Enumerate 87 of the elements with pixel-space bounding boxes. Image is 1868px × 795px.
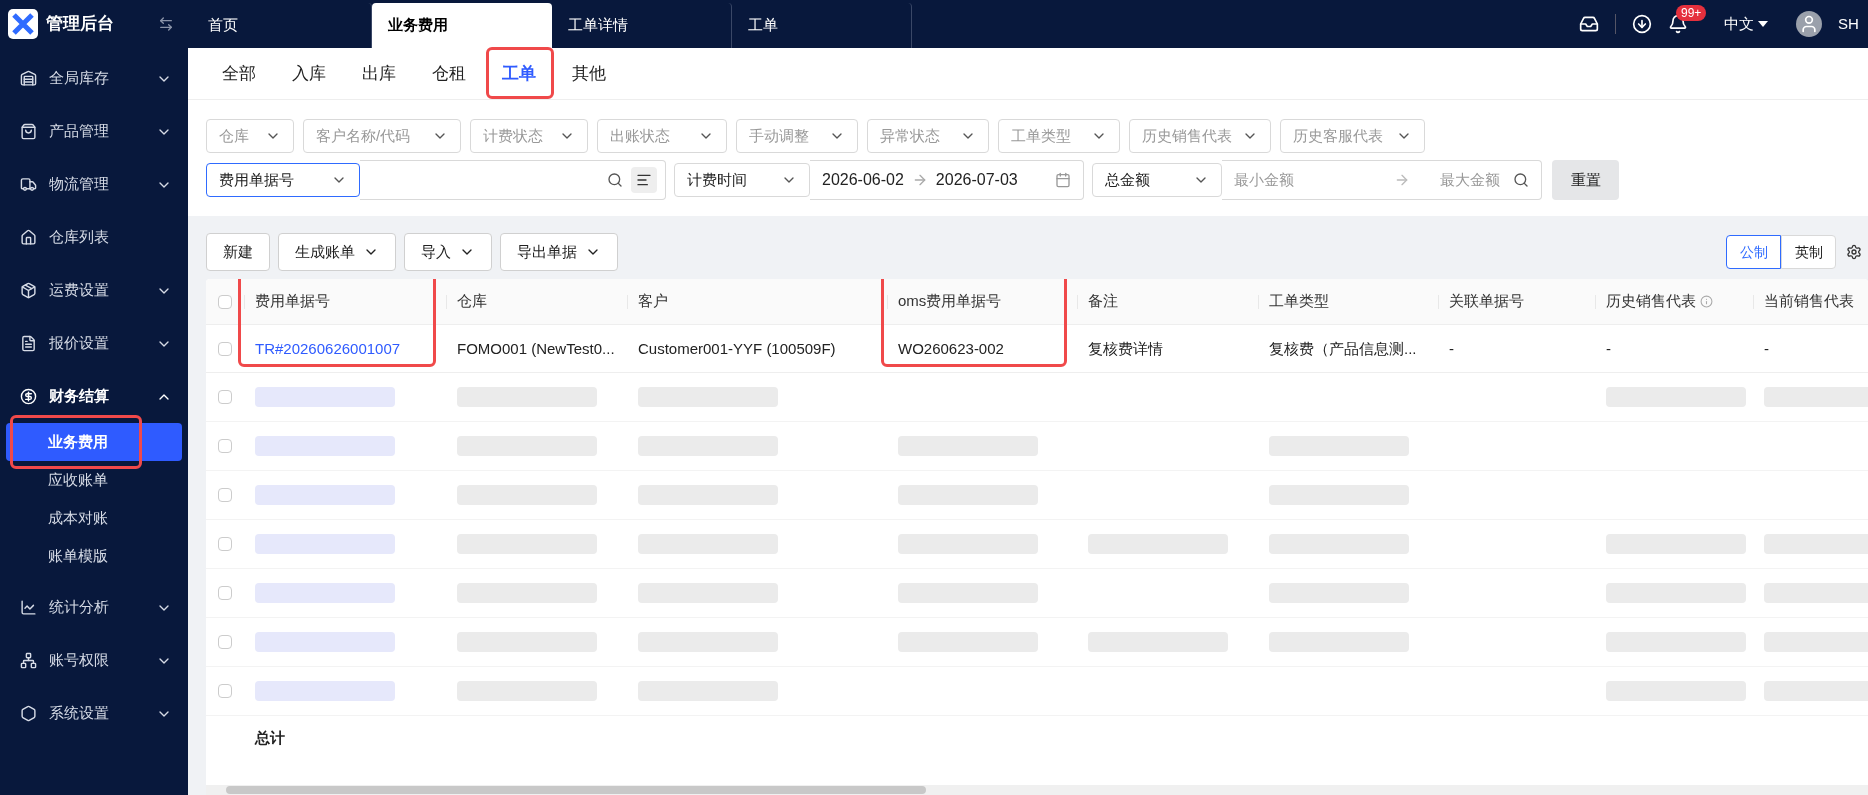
menu-icon bbox=[20, 229, 37, 246]
table-cell: FOMO001 (NewTest0... bbox=[457, 339, 615, 357]
checkbox[interactable] bbox=[218, 390, 232, 404]
user-name[interactable]: SH bbox=[1838, 12, 1860, 36]
sidebar-item[interactable]: 账号权限 bbox=[0, 634, 188, 687]
document-link[interactable]: TR#20260626001007 bbox=[255, 339, 401, 357]
table-cell: - bbox=[1764, 339, 1769, 357]
sidebar-subitem[interactable]: 应收账单 bbox=[6, 461, 182, 499]
logo-icon bbox=[8, 9, 38, 39]
inbox-icon[interactable] bbox=[1579, 14, 1599, 34]
list-icon[interactable] bbox=[631, 167, 657, 193]
unit-toggle[interactable]: 公制 bbox=[1726, 235, 1781, 269]
sidebar-item[interactable]: 物流管理 bbox=[0, 158, 188, 211]
avatar[interactable] bbox=[1796, 11, 1822, 37]
reset-button[interactable]: 重置 bbox=[1552, 160, 1619, 200]
arrow-right-icon bbox=[1394, 172, 1410, 188]
time-select[interactable]: 计费时间 bbox=[674, 163, 810, 197]
sidebar-item[interactable]: 产品管理 bbox=[0, 105, 188, 158]
sidebar-item[interactable]: 仓库列表 bbox=[0, 211, 188, 264]
checkbox[interactable] bbox=[218, 684, 232, 698]
category-tab[interactable]: 入库 bbox=[289, 51, 329, 99]
column-header: 客户 bbox=[638, 291, 668, 312]
checkbox[interactable] bbox=[218, 488, 232, 502]
menu-icon bbox=[20, 599, 37, 616]
menu-icon bbox=[20, 388, 37, 405]
column-header: oms费用单据号 bbox=[898, 291, 1002, 312]
settings-icon[interactable] bbox=[1846, 244, 1862, 260]
column-header: 费用单据号 bbox=[255, 291, 330, 312]
total-label: 总计 bbox=[255, 727, 285, 748]
column-header: 备注 bbox=[1088, 291, 1118, 312]
checkbox[interactable] bbox=[218, 341, 232, 356]
sidebar-item[interactable]: 财务结算 bbox=[0, 370, 188, 423]
checkbox[interactable] bbox=[218, 439, 232, 453]
sidebar-item[interactable]: 全局库存 bbox=[0, 52, 188, 105]
menu-icon bbox=[20, 282, 37, 299]
checkbox[interactable] bbox=[218, 635, 232, 649]
checkbox[interactable] bbox=[218, 537, 232, 551]
table-cell: 复核费详情 bbox=[1088, 339, 1163, 357]
app-title: 管理后台 bbox=[46, 13, 114, 36]
menu-icon bbox=[20, 176, 37, 193]
search-icon[interactable] bbox=[607, 172, 623, 188]
search-input[interactable] bbox=[360, 160, 666, 200]
column-header: 仓库 bbox=[457, 291, 487, 312]
table-cell: 复核费（产品信息测... bbox=[1269, 339, 1417, 357]
collapse-icon[interactable] bbox=[158, 16, 174, 32]
toolbar-button[interactable]: 导入 bbox=[404, 233, 492, 271]
language-select[interactable]: 中文 bbox=[1724, 12, 1768, 36]
table-cell: - bbox=[1606, 339, 1611, 357]
sidebar-item[interactable]: 报价设置 bbox=[0, 317, 188, 370]
horizontal-scrollbar[interactable] bbox=[206, 785, 1868, 795]
amount-select[interactable]: 总金额 bbox=[1092, 163, 1222, 197]
sidebar-item[interactable]: 运费设置 bbox=[0, 264, 188, 317]
column-header: 关联单据号 bbox=[1449, 291, 1524, 312]
search-field-select[interactable]: 费用单据号 bbox=[206, 163, 360, 197]
sidebar-subitem[interactable]: 账单模版 bbox=[6, 537, 182, 575]
column-header: 工单类型 bbox=[1269, 291, 1329, 312]
category-tab[interactable]: 其他 bbox=[569, 51, 609, 99]
column-header: 当前销售代表 bbox=[1764, 291, 1854, 312]
sidebar-item[interactable]: 系统设置 bbox=[0, 687, 188, 740]
category-tab[interactable]: 全部 bbox=[219, 51, 259, 99]
category-tab[interactable]: 出库 bbox=[359, 51, 399, 99]
sidebar-subitem[interactable]: 成本对账 bbox=[6, 499, 182, 537]
toolbar-button[interactable]: 新建 bbox=[206, 233, 270, 271]
download-icon[interactable] bbox=[1632, 14, 1652, 34]
menu-icon bbox=[20, 705, 37, 722]
sidebar-subitem[interactable]: 业务费用 bbox=[6, 423, 182, 461]
page-tab[interactable]: 业务费用 bbox=[372, 3, 552, 48]
table-cell: WO260623-002 bbox=[898, 339, 1004, 357]
checkbox[interactable] bbox=[218, 294, 232, 309]
menu-icon bbox=[20, 335, 37, 352]
date-range-field[interactable]: 2026-06-02 2026-07-03 bbox=[810, 160, 1084, 200]
sidebar-item[interactable]: 统计分析 bbox=[0, 581, 188, 634]
menu-icon bbox=[20, 70, 37, 87]
menu-icon bbox=[20, 123, 37, 140]
calendar-icon bbox=[1055, 172, 1071, 188]
caret-icon bbox=[1758, 21, 1768, 27]
notification-badge: 99+ bbox=[1676, 5, 1707, 21]
table-cell: - bbox=[1449, 339, 1454, 357]
column-header: 历史销售代表 bbox=[1606, 291, 1696, 312]
unit-toggle[interactable]: 英制 bbox=[1781, 235, 1836, 269]
checkbox[interactable] bbox=[218, 586, 232, 600]
category-tab[interactable]: 仓租 bbox=[429, 51, 469, 99]
table-cell: Customer001-YYF (100509F) bbox=[638, 339, 836, 357]
toolbar-button[interactable]: 生成账单 bbox=[278, 233, 396, 271]
search-icon[interactable] bbox=[1513, 172, 1529, 188]
toolbar-button[interactable]: 导出单据 bbox=[500, 233, 618, 271]
menu-icon bbox=[20, 652, 37, 669]
